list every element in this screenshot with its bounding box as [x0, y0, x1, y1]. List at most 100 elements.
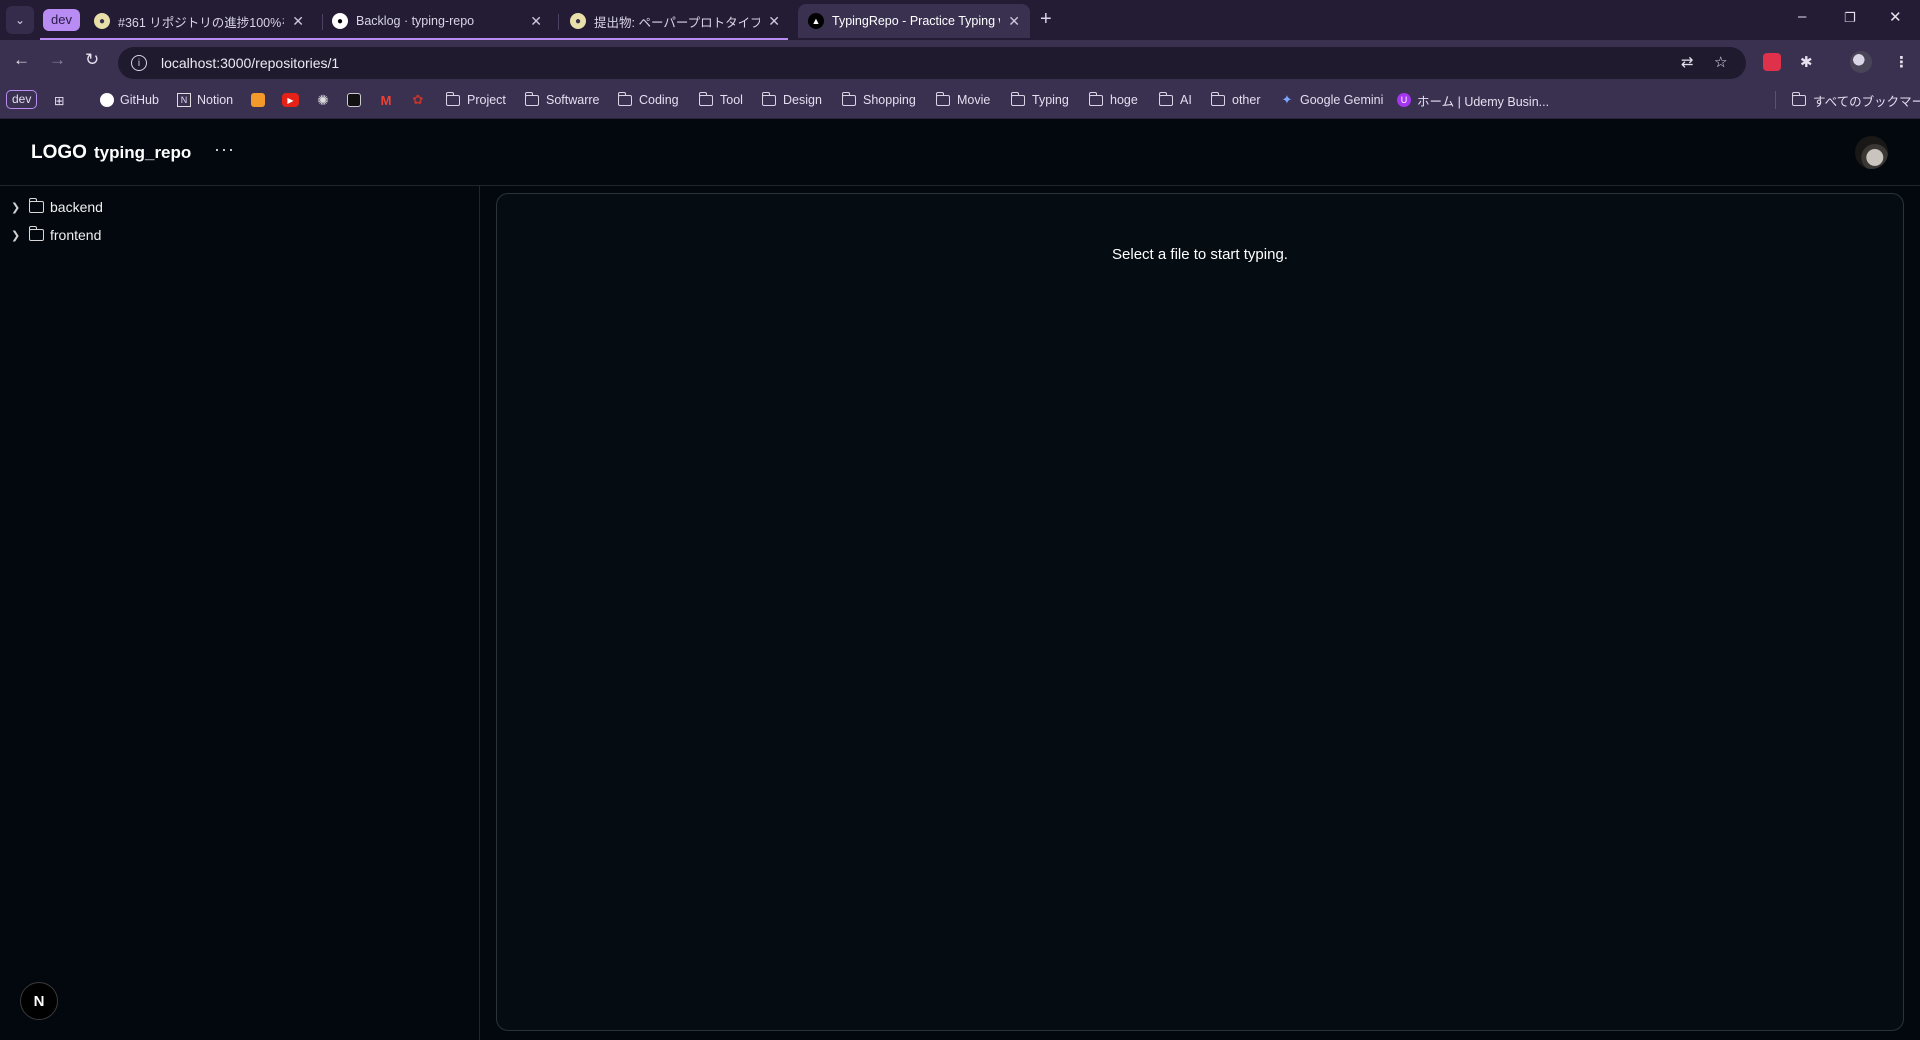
tree-folder-frontend[interactable]: ❯ frontend — [11, 225, 101, 245]
folder-icon — [445, 91, 460, 106]
duck-favicon-icon: ● — [94, 13, 110, 29]
bookmark-notion[interactable]: N Notion — [177, 91, 233, 109]
udemy-icon: U — [1397, 93, 1411, 107]
bookmark-folder-other[interactable]: other — [1210, 91, 1261, 109]
chevron-right-icon: ❯ — [11, 201, 21, 214]
bookmark-label: Softwarre — [546, 93, 600, 107]
bookmark-folder-project[interactable]: Project — [445, 91, 506, 109]
bookmark-gmail[interactable]: M — [379, 91, 399, 109]
folder-icon — [1791, 91, 1806, 106]
tree-item-label: frontend — [50, 227, 102, 243]
all-bookmarks-folder[interactable]: すべてのブックマーク — [1791, 91, 1920, 109]
duck-favicon-icon: ● — [570, 13, 586, 29]
folder-icon — [935, 91, 950, 106]
tree-folder-backend[interactable]: ❯ backend — [11, 197, 103, 217]
bookmark-folder-ai[interactable]: AI — [1158, 91, 1192, 109]
back-icon[interactable]: ← — [13, 50, 30, 70]
bookmark-chatgpt[interactable]: ✺ — [316, 91, 336, 109]
bookmark-label: Typing — [1032, 93, 1069, 107]
chevron-down-icon: ⌄ — [14, 13, 26, 27]
nextjs-devtools-badge[interactable]: N — [20, 982, 58, 1020]
tab-group-chip[interactable]: dev — [43, 9, 80, 31]
folder-icon — [28, 226, 44, 241]
repository-name: typing_repo — [94, 143, 192, 162]
more-options-button[interactable]: ··· — [214, 139, 235, 160]
tab-search-button[interactable]: ⌄ — [6, 6, 34, 34]
bookmark-gemini[interactable]: ✦ Google Gemini — [1280, 91, 1384, 109]
folder-icon — [1158, 91, 1173, 106]
bookmark-label: Movie — [957, 93, 991, 107]
bookmark-folder-tool[interactable]: Tool — [698, 91, 743, 109]
bookmark-udemy[interactable]: U ホーム | Udemy Busin... — [1397, 91, 1549, 109]
bookmark-folder-coding[interactable]: Coding — [617, 91, 679, 109]
bookmark-label: Tool — [720, 93, 743, 107]
bookmark-red-logo[interactable]: ✿ — [411, 91, 431, 109]
bookmark-label: GitHub — [120, 93, 159, 107]
bookmark-folder-movie[interactable]: Movie — [935, 91, 991, 109]
notion-icon: N — [177, 93, 191, 107]
close-tab-icon[interactable]: ✕ — [530, 13, 542, 30]
minimize-icon[interactable]: – — [1798, 8, 1806, 25]
bookmark-label: すべてのブックマーク — [1813, 94, 1920, 109]
browser-tab-active[interactable]: ▲ TypingRepo - Practice Typing wi ✕ — [798, 4, 1030, 38]
bookmark-label: Project — [467, 93, 506, 107]
browser-profile-avatar[interactable] — [1850, 51, 1872, 73]
tab-title: 提出物: ペーパープロトタイプを作る — [594, 15, 761, 30]
reload-icon[interactable]: ↻ — [85, 50, 99, 70]
tab-title: Backlog · typing-repo — [356, 14, 475, 28]
bookmark-label: Notion — [197, 93, 234, 107]
close-tab-icon[interactable]: ✕ — [1008, 13, 1020, 30]
forward-icon[interactable]: → — [49, 50, 66, 70]
bookmark-folder-design[interactable]: Design — [761, 91, 822, 109]
address-bar[interactable]: i localhost:3000/repositories/1 — [118, 47, 1746, 79]
bookmark-youtube[interactable]: ▶ — [282, 91, 305, 109]
site-info-icon[interactable]: i — [131, 55, 147, 71]
bookmark-label: other — [1232, 93, 1261, 107]
chevron-right-icon: ❯ — [11, 229, 21, 242]
bookmark-folder-shopping[interactable]: Shopping — [841, 91, 916, 109]
bookmark-folder-hoge[interactable]: hoge — [1088, 91, 1138, 109]
folder-icon — [761, 91, 776, 106]
bookmark-folder-typing[interactable]: Typing — [1010, 91, 1069, 109]
browser-tab-3[interactable]: ● 提出物: ペーパープロトタイプを作る ✕ — [560, 4, 790, 38]
bookmark-folder-softwarre[interactable]: Softwarre — [524, 91, 600, 109]
tab-title: #361 リポジトリの進捗100%を達成 — [118, 15, 284, 30]
browser-tab-2[interactable]: ● Backlog · typing-repo ✕ — [322, 4, 552, 38]
bookmark-github[interactable]: GitHub — [100, 91, 159, 109]
bookmark-star-icon[interactable]: ☆ — [1714, 53, 1727, 71]
translate-icon[interactable]: ⇄ — [1681, 53, 1694, 71]
app-logo[interactable]: LOGO — [31, 142, 87, 164]
restore-icon[interactable]: ❐ — [1844, 10, 1856, 26]
folder-icon — [28, 198, 44, 213]
folder-icon — [841, 91, 856, 106]
folder-icon — [524, 91, 539, 106]
user-avatar[interactable] — [1855, 136, 1888, 169]
folder-icon — [698, 91, 713, 106]
cube-icon — [251, 93, 265, 107]
browser-tab-1[interactable]: ● #361 リポジトリの進捗100%を達成 ✕ — [84, 4, 314, 38]
chatgpt-icon: ✺ — [317, 91, 329, 108]
bookmark-app[interactable] — [347, 91, 367, 109]
bookmarks-separator — [1775, 91, 1776, 109]
window-close-icon[interactable]: ✕ — [1889, 8, 1902, 26]
browser-menu-icon[interactable]: ⋮ — [1894, 53, 1909, 71]
close-tab-icon[interactable]: ✕ — [768, 13, 780, 30]
typing-editor-panel: Select a file to start typing. — [496, 193, 1904, 1031]
new-tab-button[interactable]: + — [1040, 8, 1052, 31]
github-icon — [100, 93, 114, 107]
youtube-icon: ▶ — [282, 93, 299, 107]
bookmark-label: Google Gemini — [1300, 93, 1384, 107]
tab-separator — [558, 14, 559, 30]
bookmark-dev-chip[interactable]: dev — [6, 90, 38, 109]
tab-title: TypingRepo - Practice Typing wi — [832, 14, 1001, 28]
apps-grid-icon[interactable]: ⊞ — [54, 91, 64, 109]
bookmark-cube[interactable] — [251, 91, 271, 109]
close-tab-icon[interactable]: ✕ — [292, 13, 304, 30]
bookmark-label: Shopping — [863, 93, 916, 107]
extension-red-icon[interactable] — [1763, 53, 1781, 71]
triangle-logo-icon: ▲ — [808, 13, 824, 29]
url-text[interactable]: localhost:3000/repositories/1 — [161, 55, 339, 71]
bookmark-label: ホーム | Udemy Busin... — [1417, 94, 1550, 109]
bookmark-label: AI — [1180, 93, 1192, 107]
extensions-puzzle-icon[interactable]: ✱ — [1800, 53, 1813, 71]
